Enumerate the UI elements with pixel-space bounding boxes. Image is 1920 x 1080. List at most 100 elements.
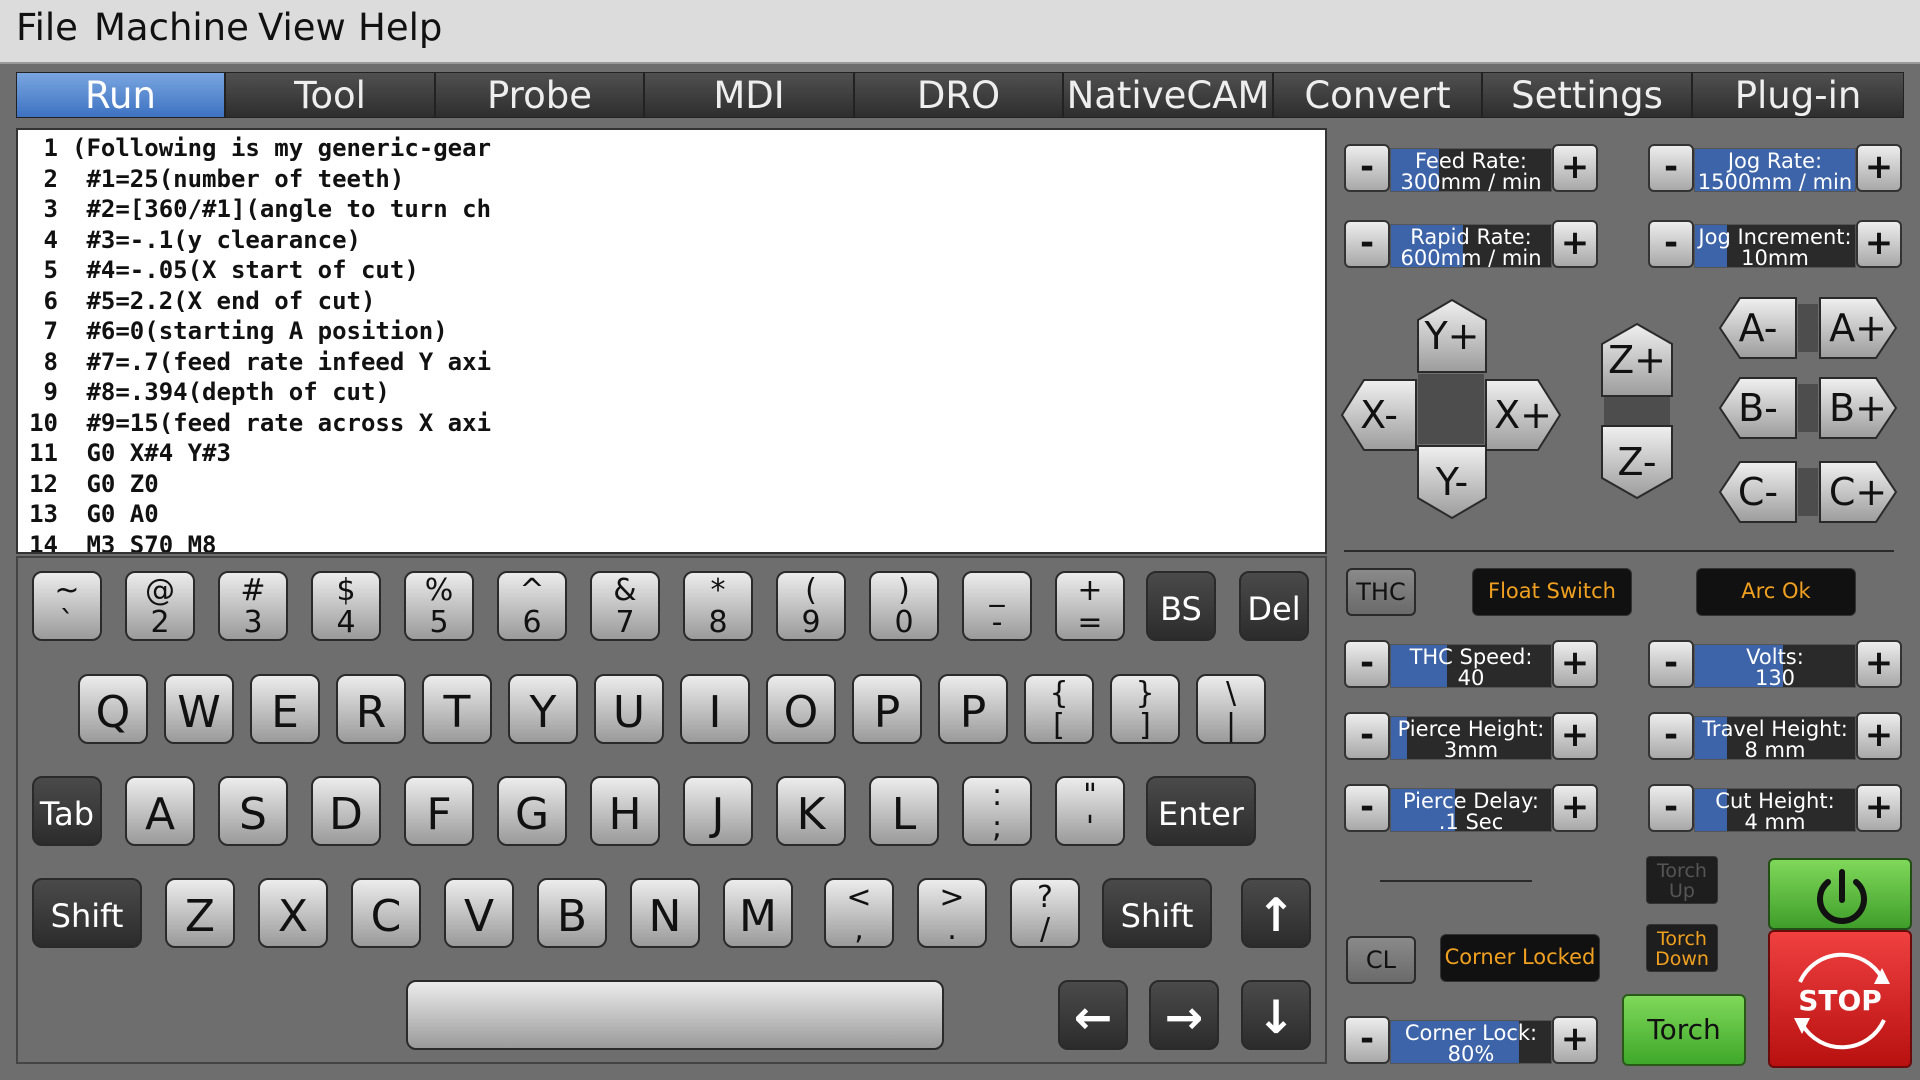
- key-7[interactable]: & 7: [590, 571, 660, 641]
- key-quote-1[interactable]: " ': [1055, 776, 1125, 846]
- torch-button[interactable]: Torch: [1622, 994, 1746, 1066]
- jog-z-minus-button[interactable]: Z-: [1600, 424, 1674, 500]
- cut-height-slider[interactable]: Cut Height: 4 mm: [1694, 788, 1856, 832]
- code-line[interactable]: 11 G0 X#4 Y#3: [18, 439, 231, 469]
- jog-rate-slider[interactable]: Jog Rate: 1500mm / min: [1694, 148, 1856, 192]
- rapid-rate-increase-button[interactable]: +: [1552, 220, 1598, 268]
- key-punct-1[interactable]: >.: [917, 878, 987, 948]
- code-line[interactable]: 12 G0 Z0: [18, 470, 159, 500]
- key-l[interactable]: L: [869, 776, 939, 846]
- tab-run[interactable]: Run: [16, 72, 225, 118]
- thc-speed-slider[interactable]: THC Speed: 40: [1390, 644, 1552, 688]
- code-line[interactable]: 5 #4=-.05(X start of cut): [18, 256, 419, 286]
- cut-height-decrease-button[interactable]: -: [1648, 784, 1694, 832]
- jog-rate-decrease-button[interactable]: -: [1648, 144, 1694, 192]
- jog-c-minus-button[interactable]: C-: [1718, 460, 1798, 524]
- key-p[interactable]: P: [852, 674, 922, 744]
- menu-file[interactable]: File: [16, 6, 78, 49]
- key-i[interactable]: I: [680, 674, 750, 744]
- space-bar[interactable]: [406, 980, 944, 1050]
- key-w[interactable]: W: [164, 674, 234, 744]
- key-2[interactable]: @2: [125, 571, 195, 641]
- key-v[interactable]: V: [444, 878, 514, 948]
- arrow-up-key[interactable]: ↑: [1241, 878, 1311, 948]
- travel-height-increase-button[interactable]: +: [1856, 712, 1902, 760]
- key-11[interactable]: _ -: [962, 571, 1032, 641]
- feed-rate-decrease-button[interactable]: -: [1344, 144, 1390, 192]
- key-t[interactable]: T: [422, 674, 492, 744]
- corner-lock-slider[interactable]: Corner Lock: 80%: [1390, 1020, 1552, 1064]
- tab-nativecam[interactable]: NativeCAM: [1063, 72, 1273, 118]
- tab-mdi[interactable]: MDI: [644, 72, 854, 118]
- code-line[interactable]: 9 #8=.394(depth of cut): [18, 378, 390, 408]
- rapid-rate-decrease-button[interactable]: -: [1344, 220, 1390, 268]
- key-8[interactable]: * 8: [683, 571, 753, 641]
- key-d[interactable]: D: [311, 776, 381, 846]
- pierce-delay-increase-button[interactable]: +: [1552, 784, 1598, 832]
- menu-machine[interactable]: Machine: [94, 6, 249, 49]
- jog-y-minus-button[interactable]: Y-: [1416, 444, 1488, 520]
- code-line[interactable]: 3 #2=[360/#1](angle to turn ch: [18, 195, 491, 225]
- jog-rate-increase-button[interactable]: +: [1856, 144, 1902, 192]
- key-m[interactable]: M: [723, 878, 793, 948]
- torch-down-button[interactable]: Torch Down: [1646, 924, 1718, 972]
- code-line[interactable]: 7 #6=0(starting A position): [18, 317, 448, 347]
- key-u[interactable]: U: [594, 674, 664, 744]
- menu-view[interactable]: View: [258, 6, 346, 49]
- key-x[interactable]: X: [258, 878, 328, 948]
- arrow-right-key[interactable]: →: [1149, 980, 1219, 1050]
- volts-increase-button[interactable]: +: [1856, 640, 1902, 688]
- feed-rate-increase-button[interactable]: +: [1552, 144, 1598, 192]
- key-10[interactable]: ) 0: [869, 571, 939, 641]
- tab-settings[interactable]: Settings: [1482, 72, 1692, 118]
- key-e[interactable]: E: [250, 674, 320, 744]
- thc-speed-decrease-button[interactable]: -: [1344, 640, 1390, 688]
- key-5[interactable]: % 5: [404, 571, 474, 641]
- jog-z-plus-button[interactable]: Z+: [1600, 322, 1674, 398]
- travel-height-slider[interactable]: Travel Height: 8 mm: [1694, 716, 1856, 760]
- feed-rate-slider[interactable]: Feed Rate: 300mm / min: [1390, 148, 1552, 192]
- key-4[interactable]: $4: [311, 571, 381, 641]
- float-switch-indicator[interactable]: Float Switch: [1472, 568, 1632, 616]
- key-r[interactable]: R: [336, 674, 406, 744]
- jog-b-minus-button[interactable]: B-: [1718, 376, 1798, 440]
- key-p[interactable]: P: [938, 674, 1008, 744]
- enter-key[interactable]: Enter: [1146, 776, 1256, 846]
- jog-a-plus-button[interactable]: A+: [1818, 296, 1898, 360]
- key-a[interactable]: A: [125, 776, 195, 846]
- pierce-height-slider[interactable]: Pierce Height: 3mm: [1390, 716, 1552, 760]
- code-line[interactable]: 14 M3 S70 M8: [18, 531, 216, 553]
- pierce-delay-slider[interactable]: Pierce Delay: .1 Sec: [1390, 788, 1552, 832]
- tab-key[interactable]: Tab: [32, 776, 102, 846]
- emergency-stop-button[interactable]: STOP: [1768, 930, 1912, 1068]
- jog-y-plus-button[interactable]: Y+: [1416, 298, 1488, 374]
- jog-increment-slider[interactable]: Jog Increment: 10mm: [1694, 224, 1856, 268]
- code-line[interactable]: 6 #5=2.2(X end of cut): [18, 287, 376, 317]
- cut-height-increase-button[interactable]: +: [1856, 784, 1902, 832]
- thc-speed-increase-button[interactable]: +: [1552, 640, 1598, 688]
- left-shift-key[interactable]: Shift: [32, 878, 142, 948]
- tab-convert[interactable]: Convert: [1273, 72, 1482, 118]
- tab-plugin[interactable]: Plug-in: [1692, 72, 1904, 118]
- key-bracket-1[interactable]: }]: [1110, 674, 1180, 744]
- pierce-height-increase-button[interactable]: +: [1552, 712, 1598, 760]
- jog-a-minus-button[interactable]: A-: [1718, 296, 1798, 360]
- key-n[interactable]: N: [630, 878, 700, 948]
- jog-increment-increase-button[interactable]: +: [1856, 220, 1902, 268]
- jog-x-minus-button[interactable]: X-: [1340, 378, 1418, 452]
- key-f[interactable]: F: [404, 776, 474, 846]
- key-12[interactable]: + =: [1055, 571, 1125, 641]
- key-b[interactable]: B: [537, 878, 607, 948]
- pierce-delay-decrease-button[interactable]: -: [1344, 784, 1390, 832]
- key-g[interactable]: G: [497, 776, 567, 846]
- key-s[interactable]: S: [218, 776, 288, 846]
- key-y[interactable]: Y: [508, 674, 578, 744]
- pierce-height-decrease-button[interactable]: -: [1344, 712, 1390, 760]
- key-punct-0[interactable]: <,: [824, 878, 894, 948]
- jog-increment-decrease-button[interactable]: -: [1648, 220, 1694, 268]
- key-c[interactable]: C: [351, 878, 421, 948]
- menu-help[interactable]: Help: [358, 6, 442, 49]
- code-line[interactable]: 8 #7=.7(feed rate infeed Y axi: [18, 348, 491, 378]
- code-line[interactable]: 10 #9=15(feed rate across X axi: [18, 409, 491, 439]
- key-h[interactable]: H: [590, 776, 660, 846]
